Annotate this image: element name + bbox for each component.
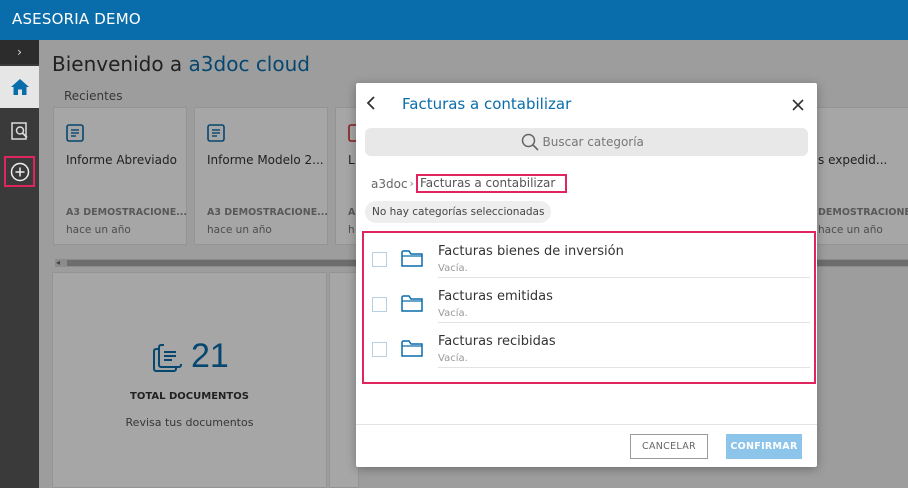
- row-divider: [438, 367, 810, 368]
- list-item[interactable]: Facturas recibidas Vacía.: [364, 323, 814, 368]
- category-name: Facturas recibidas: [438, 334, 556, 349]
- back-button[interactable]: [366, 95, 380, 113]
- dialog-footer-divider: [356, 424, 817, 425]
- list-item[interactable]: Facturas emitidas Vacía.: [364, 278, 814, 323]
- category-status: Vacía.: [438, 308, 468, 319]
- category-checkbox[interactable]: [372, 252, 387, 267]
- search-document-icon: [10, 122, 28, 140]
- confirm-button[interactable]: CONFIRMAR: [726, 434, 802, 459]
- chevron-right-icon: ›: [17, 45, 22, 59]
- breadcrumb: a3doc › Facturas a contabilizar: [371, 174, 568, 193]
- category-picker-dialog: Facturas a contabilizar a3doc › Facturas…: [356, 83, 817, 467]
- category-list: Facturas bienes de inversión Vacía. Fact…: [362, 231, 816, 384]
- search-nav-button[interactable]: [0, 116, 39, 146]
- chevron-left-icon: [366, 96, 375, 110]
- search-icon: [521, 133, 539, 151]
- category-name: Facturas emitidas: [438, 289, 553, 304]
- category-status: Vacía.: [438, 263, 468, 274]
- folder-icon: [401, 295, 423, 312]
- left-rail: ›: [0, 40, 39, 488]
- breadcrumb-separator: ›: [409, 177, 414, 190]
- close-button[interactable]: [791, 97, 805, 116]
- category-search[interactable]: [365, 128, 808, 156]
- list-item[interactable]: Facturas bienes de inversión Vacía.: [364, 233, 814, 278]
- app-header: ASESORIA DEMO: [0, 0, 908, 40]
- app-title: ASESORIA DEMO: [12, 10, 141, 28]
- category-checkbox[interactable]: [372, 297, 387, 312]
- cancel-button[interactable]: CANCELAR: [630, 434, 708, 459]
- folder-icon: [401, 340, 423, 357]
- home-icon: [10, 79, 29, 95]
- add-document-button[interactable]: [4, 156, 35, 187]
- expand-rail-button[interactable]: ›: [0, 40, 39, 64]
- breadcrumb-current: Facturas a contabilizar: [415, 174, 568, 193]
- folder-icon: [401, 250, 423, 267]
- plus-circle-icon: [10, 162, 29, 181]
- category-name: Facturas bienes de inversión: [438, 244, 624, 259]
- selection-status-chip: No hay categorías seleccionadas: [365, 201, 552, 223]
- category-search-input[interactable]: [542, 135, 653, 149]
- dialog-title: Facturas a contabilizar: [402, 95, 572, 113]
- home-nav-button[interactable]: [0, 66, 39, 108]
- category-checkbox[interactable]: [372, 342, 387, 357]
- close-icon: [792, 99, 804, 111]
- breadcrumb-root[interactable]: a3doc: [371, 177, 408, 191]
- category-status: Vacía.: [438, 353, 468, 364]
